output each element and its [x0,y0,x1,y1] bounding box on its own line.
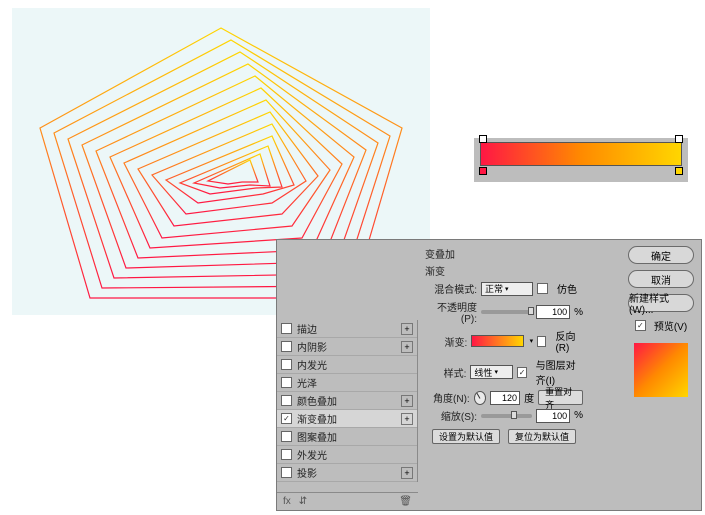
scale-slider[interactable] [481,414,532,418]
checkbox[interactable] [281,377,292,388]
blend-mode-dropdown[interactable]: 正常▾ [481,282,533,296]
style-row-gradient-overlay[interactable]: ✓ 渐变叠加 + [277,410,417,428]
style-row-stroke[interactable]: 描边 + [277,320,417,338]
style-label: 光泽 [297,375,317,390]
checkbox[interactable] [281,323,292,334]
preview-checkbox[interactable]: ✓ [635,320,646,331]
dither-checkbox[interactable] [537,283,548,294]
checkbox[interactable] [281,395,292,406]
style-label: 内阴影 [297,339,327,354]
style-label: 样式: [425,365,466,380]
angle-wheel[interactable] [474,391,486,405]
add-icon[interactable]: + [401,323,413,335]
align-checkbox[interactable]: ✓ [517,367,526,378]
scale-unit: % [574,410,583,421]
style-label: 描边 [297,321,317,336]
gradient-editor[interactable] [474,138,688,182]
reset-align-button[interactable]: 重置对齐 [538,390,583,405]
checkbox[interactable] [281,359,292,370]
angle-label: 角度(N): [425,390,470,405]
chevron-down-icon[interactable]: ▾ [530,337,534,345]
color-stop-left[interactable] [479,167,487,175]
style-row-pattern-overlay[interactable]: 图案叠加 [277,428,417,446]
style-label: 渐变叠加 [297,411,337,426]
opacity-slider[interactable] [481,310,532,314]
add-icon[interactable]: + [401,467,413,479]
style-row-inner-shadow[interactable]: 内阴影 + [277,338,417,356]
layer-style-dialog: 描边 + 内阴影 + 内发光 光泽 颜色叠加 + ✓ 渐变叠加 + 图案叠加 [276,239,702,511]
style-label: 内发光 [297,357,327,372]
style-row-color-overlay[interactable]: 颜色叠加 + [277,392,417,410]
style-label: 颜色叠加 [297,393,337,408]
opacity-stop-right[interactable] [675,135,683,143]
checkbox[interactable] [281,341,292,352]
style-label: 投影 [297,465,317,480]
ok-button[interactable]: 确定 [628,246,694,264]
style-label: 外发光 [297,447,327,462]
opacity-unit: % [574,307,583,318]
angle-unit: 度 [524,390,534,405]
trash-icon[interactable]: 🗑 [399,496,412,507]
cancel-button[interactable]: 取消 [628,270,694,288]
gradient-swatch[interactable] [471,335,523,347]
angle-input[interactable]: 120 [490,391,520,405]
gradient-label: 渐变: [425,334,467,349]
chevron-down-icon: ▾ [494,368,498,376]
reverse-label: 反向(R) [555,328,583,354]
checkbox[interactable] [281,467,292,478]
section-title: 变叠加 [425,246,583,261]
style-list-footer: fx ⇵ 🗑 [277,492,418,510]
reset-default-button[interactable]: 复位为默认值 [508,429,576,444]
dialog-buttons-column: 确定 取消 新建样式(W)... ✓ 预览(V) [621,246,701,397]
style-row-drop-shadow[interactable]: 投影 + [277,464,417,482]
new-style-button[interactable]: 新建样式(W)... [628,294,694,312]
add-icon[interactable]: + [401,413,413,425]
gradient-ramp[interactable] [480,142,682,166]
scale-input[interactable]: 100 [536,409,570,423]
opacity-input[interactable]: 100 [536,305,570,319]
fx-icon[interactable]: fx [283,496,291,507]
checkbox[interactable] [281,449,292,460]
color-stop-right[interactable] [675,167,683,175]
style-label: 图案叠加 [297,429,337,444]
opacity-label: 不透明度(P): [425,299,477,325]
section-subtitle: 渐变 [425,263,583,278]
chevron-down-icon: ▾ [505,285,509,293]
scale-label: 缩放(S): [425,408,477,423]
set-default-button[interactable]: 设置为默认值 [432,429,500,444]
dither-label: 仿色 [557,281,577,296]
align-label: 与图层对齐(I) [536,357,583,387]
arrows-icon[interactable]: ⇵ [299,496,307,507]
preview-swatch [634,343,688,397]
checkbox[interactable] [281,431,292,442]
style-row-outer-glow[interactable]: 外发光 [277,446,417,464]
gradient-overlay-settings: 变叠加 渐变 混合模式: 正常▾ 仿色 不透明度(P): 100 % 渐变: ▾… [419,240,589,451]
opacity-stop-left[interactable] [479,135,487,143]
add-icon[interactable]: + [401,395,413,407]
style-row-inner-glow[interactable]: 内发光 [277,356,417,374]
blend-mode-label: 混合模式: [425,281,477,296]
preview-label: 预览(V) [654,318,687,333]
style-row-satin[interactable]: 光泽 [277,374,417,392]
style-list: 描边 + 内阴影 + 内发光 光泽 颜色叠加 + ✓ 渐变叠加 + 图案叠加 [277,320,418,482]
style-dropdown[interactable]: 线性▾ [470,365,513,379]
add-icon[interactable]: + [401,341,413,353]
checkbox[interactable]: ✓ [281,413,292,424]
reverse-checkbox[interactable] [537,336,546,347]
